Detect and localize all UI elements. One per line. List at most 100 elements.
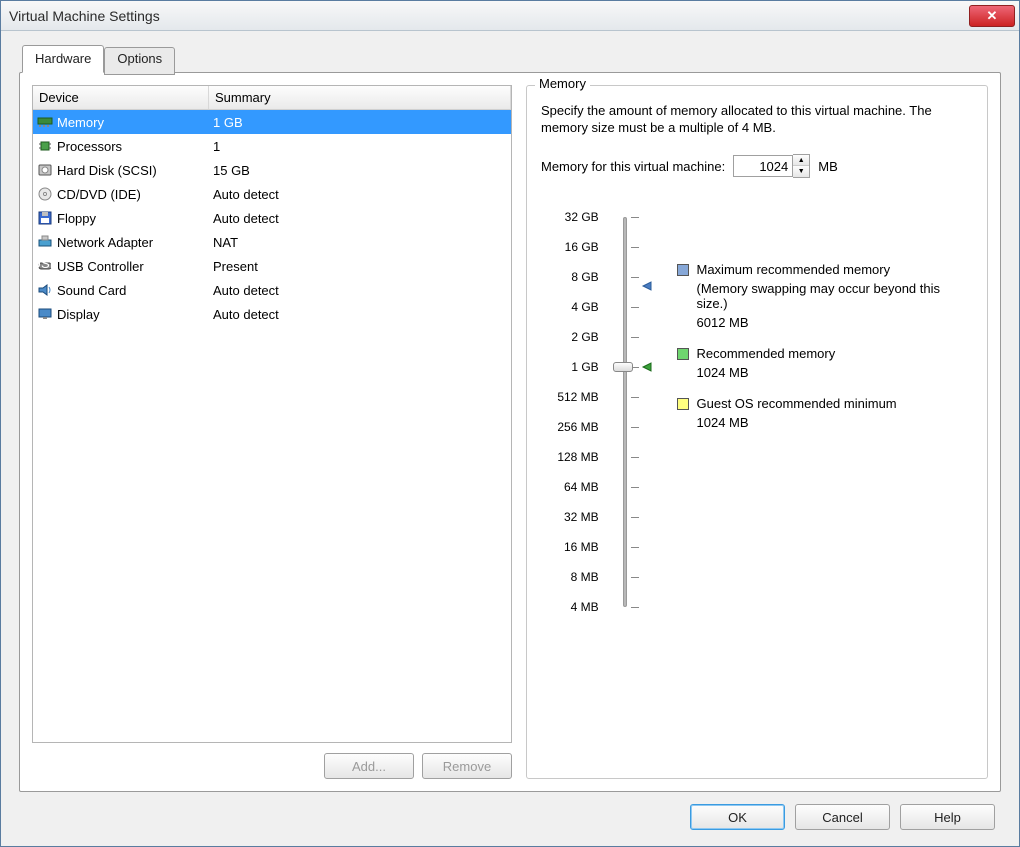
- device-name: CD/DVD (IDE): [57, 187, 141, 202]
- cancel-button[interactable]: Cancel: [795, 804, 890, 830]
- tab-options[interactable]: Options: [104, 47, 175, 75]
- device-name: Memory: [57, 115, 104, 130]
- legend-rec: Recommended memory 1024 MB: [677, 346, 974, 380]
- legend-max-note: (Memory swapping may occur beyond this s…: [697, 281, 974, 311]
- legend-min: Guest OS recommended minimum 1024 MB: [677, 396, 974, 430]
- tab-hardware[interactable]: Hardware: [22, 45, 104, 73]
- sound-icon: [37, 282, 53, 298]
- tick-label: 4 MB: [571, 592, 599, 622]
- close-button[interactable]: ✕: [969, 5, 1015, 27]
- window-title: Virtual Machine Settings: [9, 8, 160, 24]
- tab-panel: Device Summary Memory1 GBProcessors1Hard…: [19, 72, 1001, 792]
- max-pointer-icon: [641, 280, 653, 295]
- memory-group-label: Memory: [535, 76, 590, 91]
- slider-thumb[interactable]: [613, 362, 633, 372]
- tick-label: 128 MB: [557, 442, 598, 472]
- device-summary: Present: [213, 259, 507, 274]
- spinner-buttons: ▲ ▼: [793, 154, 810, 178]
- left-pane: Device Summary Memory1 GB Processors 1 Hard…: [32, 85, 512, 779]
- device-summary: Auto detect: [213, 211, 507, 226]
- device-name: Sound Card: [57, 283, 126, 298]
- device-name: Network Adapter: [57, 235, 153, 250]
- memory-description: Specify the amount of memory allocated t…: [541, 102, 973, 136]
- col-header-device[interactable]: Device: [33, 86, 209, 109]
- svg-text:USB: USB: [37, 258, 53, 271]
- slider-track-wrap[interactable]: [609, 202, 641, 622]
- panel-body: Device Summary Memory1 GBProcessors1Hard…: [32, 85, 988, 779]
- device-row-floppy[interactable]: Floppy Auto detect: [33, 206, 511, 230]
- legend-rec-label: Recommended memory: [697, 346, 836, 361]
- dialog-actions: OK Cancel Help: [19, 792, 1001, 830]
- spinner-down[interactable]: ▼: [793, 166, 809, 177]
- memory-input-row: Memory for this virtual machine: ▲ ▼ MB: [541, 154, 973, 178]
- cd-icon: [37, 186, 53, 202]
- floppy-icon: [37, 210, 53, 226]
- swatch-yellow-icon: [677, 398, 689, 410]
- tick-label: 2 GB: [571, 322, 598, 352]
- tick-label: 32 GB: [565, 202, 599, 232]
- slider-area: 32 GB16 GB8 GB4 GB2 GB1 GB512 MB256 MB12…: [541, 202, 973, 622]
- legend-max-label: Maximum recommended memory: [697, 262, 891, 277]
- device-row-cd-dvd-ide-[interactable]: CD/DVD (IDE)Auto detect: [33, 182, 511, 206]
- tick-label: 1 GB: [571, 352, 598, 382]
- device-name: USB Controller: [57, 259, 144, 274]
- device-name: Hard Disk (SCSI): [57, 163, 157, 178]
- device-row-memory[interactable]: Memory1 GB: [33, 110, 511, 134]
- memory-unit: MB: [818, 159, 838, 174]
- device-summary: Auto detect: [213, 283, 507, 298]
- device-row-network-adapter[interactable]: Network Adapter NAT: [33, 230, 511, 254]
- device-name: Display: [57, 307, 100, 322]
- legend-max: Maximum recommended memory (Memory swapp…: [677, 262, 974, 330]
- device-row-usb-controller[interactable]: USB USB Controller Present: [33, 254, 511, 278]
- legend-rec-value: 1024 MB: [697, 365, 974, 380]
- memory-panel: Memory Specify the amount of memory allo…: [526, 85, 988, 779]
- tick-label: 8 MB: [571, 562, 599, 592]
- add-button[interactable]: Add...: [324, 753, 414, 779]
- device-summary: 15 GB: [213, 163, 507, 178]
- tick-label: 4 GB: [571, 292, 598, 322]
- memory-spinner: ▲ ▼: [733, 154, 810, 178]
- device-name: Processors: [57, 139, 122, 154]
- display-icon: [37, 306, 53, 322]
- device-name: Floppy: [57, 211, 96, 226]
- col-header-summary[interactable]: Summary: [209, 86, 511, 109]
- network-icon: [37, 234, 53, 250]
- device-row-sound-card[interactable]: Sound Card Auto detect: [33, 278, 511, 302]
- usb-icon: USB: [37, 258, 53, 274]
- tick-label: 32 MB: [564, 502, 599, 532]
- remove-button[interactable]: Remove: [422, 753, 512, 779]
- device-row-hard-disk-scsi-[interactable]: Hard Disk (SCSI) 15 GB: [33, 158, 511, 182]
- slider-labels: 32 GB16 GB8 GB4 GB2 GB1 GB512 MB256 MB12…: [541, 202, 599, 622]
- tick-label: 16 GB: [565, 232, 599, 262]
- titlebar: Virtual Machine Settings ✕: [1, 1, 1019, 31]
- legend-min-label: Guest OS recommended minimum: [697, 396, 897, 411]
- help-button[interactable]: Help: [900, 804, 995, 830]
- memory-icon: [37, 114, 53, 130]
- tick-label: 16 MB: [564, 532, 599, 562]
- tick-label: 256 MB: [557, 412, 598, 442]
- tick-label: 8 GB: [571, 262, 598, 292]
- vm-settings-window: Virtual Machine Settings ✕ Hardware Opti…: [0, 0, 1020, 847]
- device-summary: NAT: [213, 235, 507, 250]
- left-actions: Add... Remove: [32, 753, 512, 779]
- disk-icon: [37, 162, 53, 178]
- tick-label: 64 MB: [564, 472, 599, 502]
- rec-pointer-icon: [641, 361, 653, 376]
- list-header: Device Summary: [33, 86, 511, 110]
- legend-max-value: 6012 MB: [697, 315, 974, 330]
- ok-button[interactable]: OK: [690, 804, 785, 830]
- cpu-icon: [37, 138, 53, 154]
- list-rows: Memory1 GB Processors 1 Hard Disk (SCSI) 15 …: [33, 110, 511, 326]
- device-row-display[interactable]: DisplayAuto detect: [33, 302, 511, 326]
- legend: Maximum recommended memory (Memory swapp…: [677, 202, 974, 622]
- device-summary: 1: [213, 139, 507, 154]
- content-area: Hardware Options Device Summary Memory1 …: [1, 31, 1019, 846]
- spinner-up[interactable]: ▲: [793, 155, 809, 166]
- tab-strip: Hardware Options: [19, 45, 1001, 73]
- slider-track: [623, 217, 627, 607]
- memory-input-label: Memory for this virtual machine:: [541, 159, 725, 174]
- swatch-green-icon: [677, 348, 689, 360]
- device-row-processors[interactable]: Processors 1: [33, 134, 511, 158]
- tick-label: 512 MB: [557, 382, 598, 412]
- memory-input[interactable]: [733, 155, 793, 177]
